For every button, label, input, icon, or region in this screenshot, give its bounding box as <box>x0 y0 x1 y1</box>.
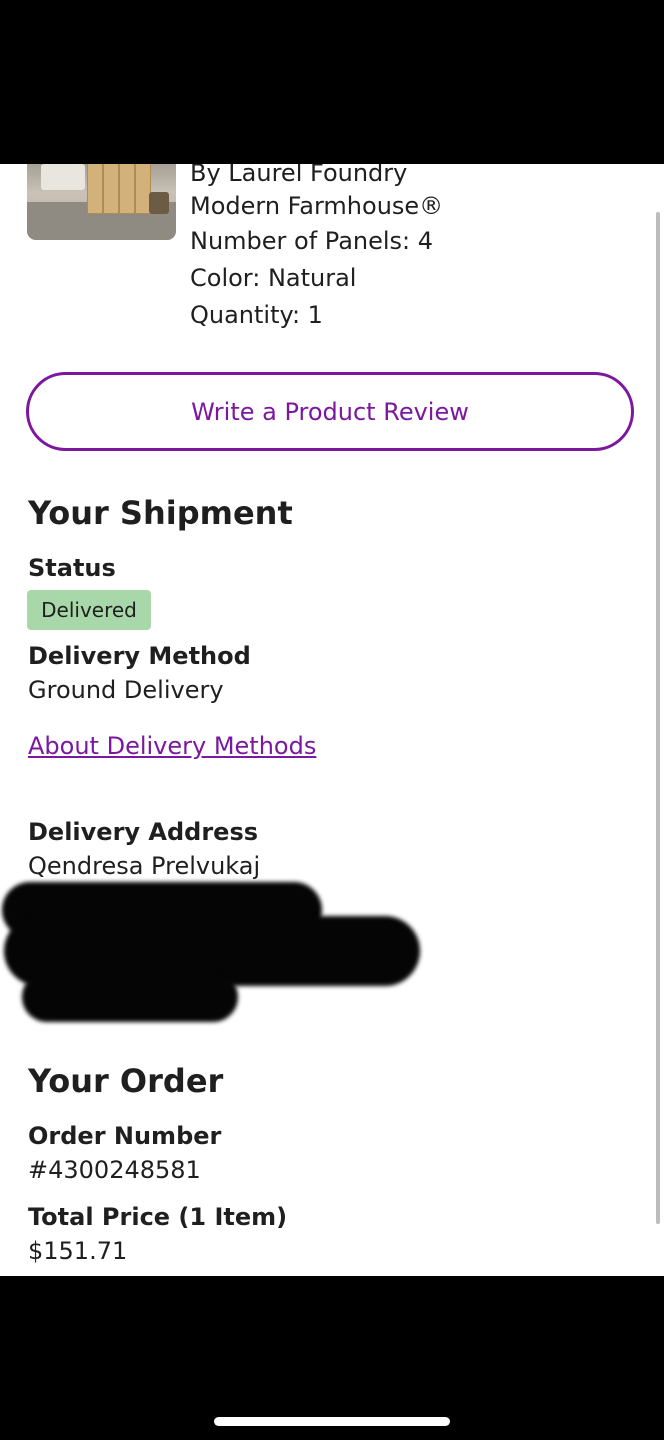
product-panels: Number of Panels: 4 <box>190 227 434 255</box>
image-panel <box>103 164 119 214</box>
delivery-address-label: Delivery Address <box>28 818 259 846</box>
status-label: Status <box>28 554 116 582</box>
order-heading: Your Order <box>28 1062 224 1100</box>
image-panel <box>119 164 135 214</box>
image-basket <box>149 192 169 214</box>
status-badge: Delivered <box>27 590 151 630</box>
write-review-button[interactable]: Write a Product Review <box>26 372 634 451</box>
order-number-value: #4300248581 <box>28 1156 201 1184</box>
product-info: By Laurel Foundry Modern Farmhouse® Numb… <box>190 164 443 334</box>
image-bed <box>41 164 85 190</box>
delivery-method-value: Ground Delivery <box>28 676 224 704</box>
scrollbar[interactable] <box>656 212 660 1224</box>
delivery-method-label: Delivery Method <box>28 642 251 670</box>
about-delivery-methods-link[interactable]: About Delivery Methods <box>28 732 316 760</box>
home-indicator[interactable] <box>214 1417 450 1426</box>
image-panel <box>87 164 103 214</box>
order-details-screen: By Laurel Foundry Modern Farmhouse® Numb… <box>0 164 664 1276</box>
total-price-label: Total Price (1 Item) <box>28 1203 288 1231</box>
product-quantity: Quantity: 1 <box>190 301 323 329</box>
product-brand-line2: Modern Farmhouse® <box>190 192 444 220</box>
delivery-address-name: Qendresa Prelvukaj <box>28 852 261 880</box>
product-color: Color: Natural <box>190 264 357 292</box>
product-image[interactable] <box>27 164 176 240</box>
total-price-value: $151.71 <box>28 1237 128 1265</box>
shipment-heading: Your Shipment <box>28 494 293 532</box>
order-number-label: Order Number <box>28 1122 222 1150</box>
product-brand-line1: By Laurel Foundry <box>190 164 408 187</box>
